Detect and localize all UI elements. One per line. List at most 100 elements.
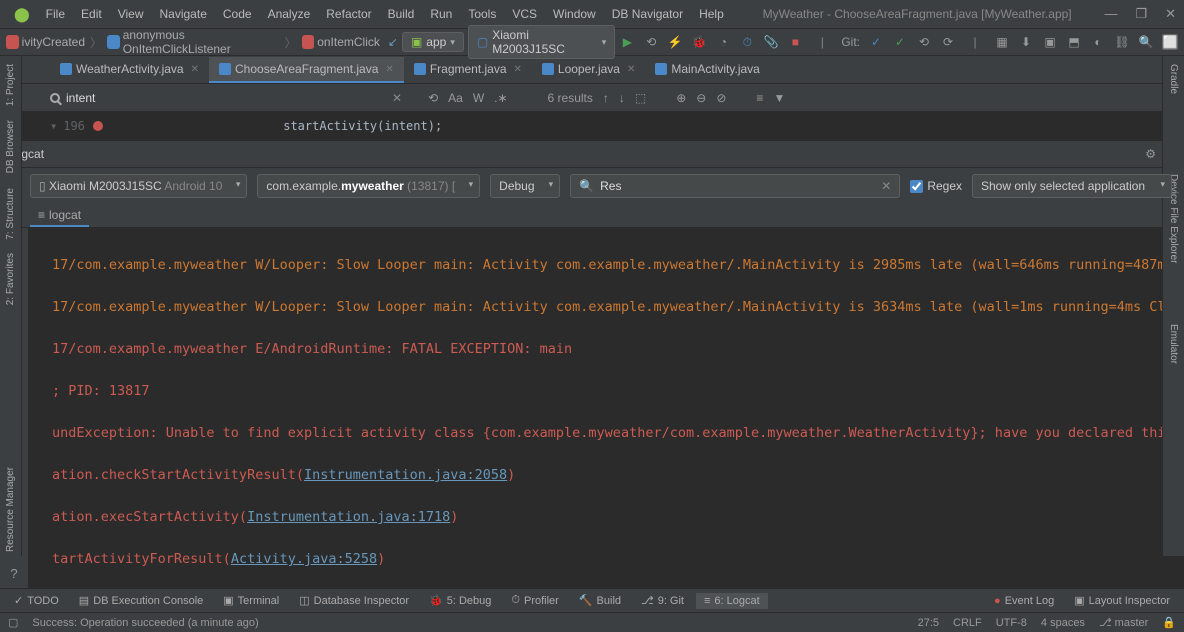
tab-chooseareafragment[interactable]: ChooseAreaFragment.java✕ (209, 57, 404, 83)
stop-icon[interactable]: ■ (787, 34, 803, 50)
status-branch[interactable]: ⎇ master (1099, 616, 1148, 629)
toolwin-dbbrowser[interactable]: DB Browser (5, 116, 16, 177)
logcat-help-icon[interactable]: ? (5, 564, 23, 582)
toolwin-debug[interactable]: 🐞 5: Debug (421, 592, 499, 609)
run-config-selector[interactable]: ▣app▾ (402, 32, 464, 52)
stacktrace-link[interactable]: Activity.java:5258 (231, 551, 377, 567)
toolwin-logcat[interactable]: ≡ 6: Logcat (696, 593, 768, 609)
stacktrace-link[interactable]: Instrumentation.java:1718 (247, 509, 450, 525)
tab-close-icon[interactable]: ✕ (514, 64, 522, 75)
find-next-icon[interactable]: ↓ (619, 91, 625, 105)
logcat-regex-checkbox[interactable]: Regex (910, 179, 962, 193)
theme-icon[interactable]: ◐ (1090, 34, 1106, 50)
menu-navigate[interactable]: Navigate (154, 5, 213, 23)
layout-inspect-icon[interactable]: ▣ (1042, 34, 1058, 50)
menu-file[interactable]: File (40, 5, 71, 23)
find-select-all-icon[interactable]: ⬚ (635, 91, 646, 105)
tab-close-icon[interactable]: ✕ (627, 64, 635, 75)
find-filter-icon[interactable]: ≡ (756, 91, 763, 105)
tab-weatheractivity[interactable]: WeatherActivity.java✕ (50, 57, 209, 83)
git-commit-icon[interactable]: ✓ (892, 34, 908, 50)
logcat-package-selector[interactable]: com.example.myweather (13817) [ (257, 174, 480, 198)
avd-icon[interactable]: ▦ (994, 34, 1010, 50)
find-remove-sel-icon[interactable]: ⊖ (696, 91, 706, 105)
find-exclude-icon[interactable]: ⊘ (716, 91, 726, 105)
maximize-icon[interactable]: ❐ (1135, 6, 1147, 22)
status-lock-icon[interactable]: 🔒 (1162, 616, 1176, 629)
find-funnel-icon[interactable]: ▼ (773, 91, 785, 105)
menu-code[interactable]: Code (217, 5, 258, 23)
git-history-icon[interactable]: ⟲ (916, 34, 932, 50)
crumb-a[interactable]: ivityCreated (22, 35, 85, 49)
attach-icon[interactable]: 📎 (763, 34, 779, 50)
menu-build[interactable]: Build (382, 5, 421, 23)
menu-vcs[interactable]: VCS (506, 5, 543, 23)
tab-fragment[interactable]: Fragment.java✕ (404, 57, 532, 83)
sync-icon[interactable]: ↙ (388, 35, 398, 49)
find-word-icon[interactable]: W (473, 91, 484, 105)
logcat-level-selector[interactable]: Debug (490, 174, 560, 198)
toolwin-layoutinspector[interactable]: ▣ Layout Inspector (1066, 592, 1178, 609)
find-clear-icon[interactable]: ✕ (392, 91, 402, 105)
toolwin-emulator[interactable]: Emulator (1168, 320, 1179, 368)
menu-tools[interactable]: Tools (462, 5, 502, 23)
menu-window[interactable]: Window (547, 5, 602, 23)
menu-refactor[interactable]: Refactor (320, 5, 377, 23)
git-revert-icon[interactable]: ⟳ (940, 34, 956, 50)
toolwin-dbconsole[interactable]: ▤ DB Execution Console (71, 592, 211, 609)
menu-view[interactable]: View (112, 5, 150, 23)
device-selector[interactable]: ▢Xiaomi M2003J15SC▾ (468, 25, 615, 59)
debug-icon[interactable]: 🐞 (691, 34, 707, 50)
git-update-icon[interactable]: ✓ (868, 34, 884, 50)
toolwin-git[interactable]: ⎇ 9: Git (633, 592, 692, 609)
tab-looper[interactable]: Looper.java✕ (532, 57, 645, 83)
toolwin-structure[interactable]: 7: Structure (5, 184, 16, 244)
profile-avatar-icon[interactable]: ⬜ (1162, 34, 1178, 50)
toolwin-eventlog[interactable]: ● Event Log (986, 593, 1062, 609)
toolwin-favorites[interactable]: 2: Favorites (5, 249, 16, 309)
menu-help[interactable]: Help (693, 5, 730, 23)
find-prev-icon[interactable]: ↑ (603, 91, 609, 105)
breakpoint-icon[interactable] (93, 121, 103, 131)
toolwin-build[interactable]: 🔨 Build (571, 592, 629, 609)
menu-dbnav[interactable]: DB Navigator (606, 5, 689, 23)
app-links-icon[interactable]: ⛓ (1114, 34, 1130, 50)
toolwin-profiler[interactable]: ⏱ Profiler (503, 592, 566, 609)
crumb-c[interactable]: onItemClick (317, 35, 380, 49)
status-indent[interactable]: 4 spaces (1041, 617, 1085, 629)
statusbar-toggle-icon[interactable]: ▢ (8, 616, 18, 629)
logcat-device-selector[interactable]: ▯ Xiaomi M2003J15SC Android 10 (30, 174, 247, 198)
menu-run[interactable]: Run (424, 5, 458, 23)
crumb-b[interactable]: anonymous OnItemClickListener (123, 28, 280, 56)
menu-analyze[interactable]: Analyze (262, 5, 317, 23)
find-add-sel-icon[interactable]: ⊕ (676, 91, 686, 105)
status-encoding[interactable]: UTF-8 (996, 617, 1027, 629)
sdk-icon[interactable]: ⬇ (1018, 34, 1034, 50)
logcat-filter-input[interactable] (600, 179, 875, 193)
logcat-filter-clear-icon[interactable]: ✕ (881, 179, 891, 193)
apply-code-icon[interactable]: ⚡ (667, 34, 683, 50)
tab-close-icon[interactable]: ✕ (385, 64, 393, 75)
toolwin-resourcemgr[interactable]: Resource Manager (5, 463, 16, 556)
toolwin-project[interactable]: 1: Project (5, 60, 16, 110)
find-case-icon[interactable]: Aa (448, 91, 463, 105)
logcat-filter-selector[interactable]: Show only selected application (972, 174, 1172, 198)
toolwin-dbinspector[interactable]: ◫ Database Inspector (291, 592, 417, 609)
toolwin-gradle[interactable]: Gradle (1168, 60, 1179, 98)
find-prev-history-icon[interactable]: ⟲ (428, 91, 438, 105)
status-position[interactable]: 27:5 (918, 617, 939, 629)
find-input[interactable] (66, 91, 386, 105)
run-icon[interactable]: ▶ (619, 34, 635, 50)
tab-mainactivity[interactable]: MainActivity.java (645, 57, 769, 83)
search-everywhere-icon[interactable]: 🔍 (1138, 34, 1154, 50)
tab-close-icon[interactable]: ✕ (191, 64, 199, 75)
menu-edit[interactable]: Edit (75, 5, 108, 23)
coverage-icon[interactable]: ◔ (715, 34, 731, 50)
resource-icon[interactable]: ⬒ (1066, 34, 1082, 50)
logcat-tab[interactable]: ≡logcat (30, 205, 89, 227)
find-regex-icon[interactable]: .∗ (494, 91, 507, 105)
close-icon[interactable]: ✕ (1165, 6, 1176, 22)
toolwin-todo[interactable]: ✓ TODO (6, 592, 67, 609)
logcat-output[interactable]: 17/com.example.myweather W/Looper: Slow … (28, 228, 1184, 588)
profile-icon[interactable]: ⏱ (739, 34, 755, 50)
